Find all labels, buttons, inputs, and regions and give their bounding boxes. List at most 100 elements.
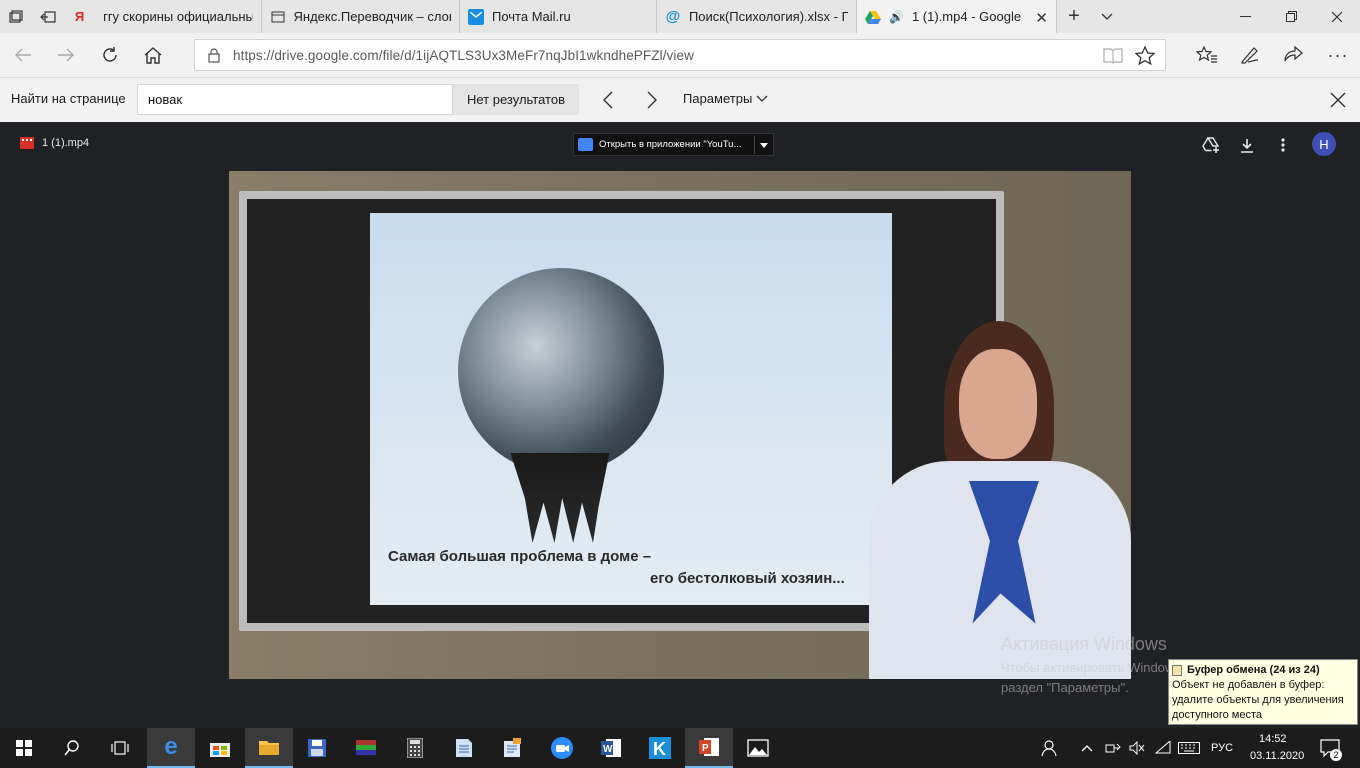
download-button[interactable] <box>1237 135 1257 155</box>
forward-button[interactable] <box>51 41 81 69</box>
wifi-button[interactable] <box>1150 728 1176 768</box>
taskbar-explorer[interactable] <box>245 728 293 768</box>
start-button[interactable] <box>0 728 48 768</box>
tab-ggu[interactable]: Я ггу скорины официальный <box>64 0 262 33</box>
add-to-drive-button[interactable] <box>1201 135 1221 155</box>
store-icon <box>210 743 230 757</box>
set-aside-icon <box>40 10 56 23</box>
taskbar-word[interactable]: W <box>587 728 635 768</box>
clock-date[interactable]: 03.11.2020 <box>1250 750 1304 762</box>
refresh-icon <box>103 47 117 62</box>
presenter-face <box>959 349 1037 459</box>
close-find-button[interactable] <box>1323 86 1353 114</box>
find-previous-button[interactable] <box>593 86 623 114</box>
taskbar-zoom[interactable] <box>538 728 586 768</box>
taskbar-calculator[interactable] <box>391 728 439 768</box>
keyboard-icon <box>1178 742 1200 754</box>
find-options-dropdown[interactable]: Параметры <box>683 91 768 106</box>
more-actions-button[interactable] <box>1273 135 1293 155</box>
favorite-star-icon[interactable] <box>1135 46 1155 65</box>
drive-icon <box>865 9 881 25</box>
open-with-button[interactable]: Открыть в приложении "YouTu... <box>573 133 774 156</box>
taskbar-powerpoint[interactable]: P <box>685 728 733 768</box>
taskbar-k-app[interactable]: K <box>636 728 684 768</box>
close-window-button[interactable] <box>1314 0 1360 33</box>
restore-button[interactable] <box>1268 0 1314 33</box>
back-button[interactable] <box>8 41 38 69</box>
close-tab-icon[interactable]: ✕ <box>1035 9 1048 27</box>
arrow-right-icon <box>58 48 74 62</box>
notes-button[interactable] <box>1235 41 1265 69</box>
clipboard-message: Объект не добавлен в буфер: удалите объе… <box>1172 679 1344 721</box>
speaker-icon[interactable]: 🔊 <box>889 10 904 24</box>
minimize-button[interactable] <box>1222 0 1268 33</box>
task-view-icon <box>111 741 129 755</box>
keyboard-button[interactable] <box>1174 728 1204 768</box>
tab-mail[interactable]: Почта Mail.ru <box>460 0 657 33</box>
volume-button[interactable] <box>1124 728 1150 768</box>
divider <box>754 136 755 154</box>
find-label: Найти на странице <box>11 91 126 106</box>
clock-time[interactable]: 14:52 <box>1259 733 1287 745</box>
input-language[interactable]: РУС <box>1211 742 1233 754</box>
chevron-down-icon <box>1101 13 1113 20</box>
new-tab-button[interactable]: + <box>1057 0 1091 33</box>
caret-down-icon[interactable] <box>760 143 768 148</box>
chevron-left-icon <box>603 91 613 109</box>
people-button[interactable] <box>1030 728 1070 768</box>
search-button[interactable] <box>48 728 96 768</box>
task-view-button[interactable] <box>96 728 144 768</box>
taskbar-editor[interactable] <box>489 728 537 768</box>
taskbar-notepad[interactable] <box>440 728 488 768</box>
find-on-page-bar: Найти на странице новак Нет результатов … <box>0 77 1360 122</box>
tab-list-button[interactable] <box>1091 0 1123 33</box>
tab-preview-button[interactable] <box>0 0 32 33</box>
more-menu-button[interactable]: ··· <box>1323 41 1353 69</box>
taskbar-photos[interactable] <box>734 728 782 768</box>
show-hidden-icons-button[interactable] <box>1072 728 1102 768</box>
floppy-icon <box>308 739 326 757</box>
k-app-icon: K <box>649 737 671 759</box>
home-button[interactable] <box>138 41 168 69</box>
chevron-up-icon <box>1081 745 1093 752</box>
tab-psychology[interactable]: @ Поиск(Психология).xlsx - Г <box>657 0 857 33</box>
tab-label: Яндекс.Переводчик – слов <box>293 9 451 24</box>
home-icon <box>144 46 162 64</box>
find-next-button[interactable] <box>637 86 667 114</box>
taskbar-edge[interactable]: e <box>147 728 195 768</box>
tab-label: Поиск(Психология).xlsx - Г <box>688 9 848 24</box>
folder-icon <box>259 741 279 755</box>
lock-icon <box>208 48 220 63</box>
tab-label: ггу скорины официальный <box>103 9 253 24</box>
refresh-button[interactable] <box>95 41 125 69</box>
reading-view-icon[interactable] <box>1103 47 1123 64</box>
chevron-right-icon <box>647 91 657 109</box>
share-button[interactable] <box>1278 41 1308 69</box>
find-input[interactable]: новак <box>137 84 453 115</box>
video-player[interactable]: Самая большая проблема в доме – его бест… <box>229 171 1131 679</box>
favorites-button[interactable] <box>1192 41 1222 69</box>
tab-drive-video[interactable]: 🔊 1 (1).mp4 - Google ✕ <box>857 0 1057 33</box>
network-status-button[interactable] <box>1100 728 1126 768</box>
tab-translator[interactable]: Яндекс.Переводчик – слов <box>262 0 460 33</box>
close-icon <box>1331 11 1343 22</box>
share-icon <box>1284 46 1303 62</box>
address-toolbar: https://drive.google.com/file/d/1ijAQTLS… <box>0 33 1360 77</box>
pen-icon <box>1241 47 1259 64</box>
file-title: 1 (1).mp4 <box>42 137 90 149</box>
address-input[interactable]: https://drive.google.com/file/d/1ijAQTLS… <box>194 39 1166 71</box>
notification-count: 2 <box>1330 749 1342 761</box>
svg-text:W: W <box>603 744 613 755</box>
taskbar-winrar[interactable] <box>342 728 390 768</box>
account-avatar[interactable]: H <box>1312 132 1336 156</box>
restore-icon <box>1285 11 1297 22</box>
action-center-button[interactable]: 2 <box>1310 728 1350 768</box>
search-icon <box>64 740 79 756</box>
network-icon <box>1105 743 1121 753</box>
taskbar-save-app[interactable] <box>293 728 341 768</box>
set-aside-tabs-button[interactable] <box>32 0 64 33</box>
taskbar-store[interactable] <box>196 728 244 768</box>
windows-logo-icon <box>16 740 32 756</box>
close-icon <box>1330 92 1346 108</box>
clipboard-notification[interactable]: Буфер обмена (24 из 24) Объект не добавл… <box>1168 659 1358 725</box>
